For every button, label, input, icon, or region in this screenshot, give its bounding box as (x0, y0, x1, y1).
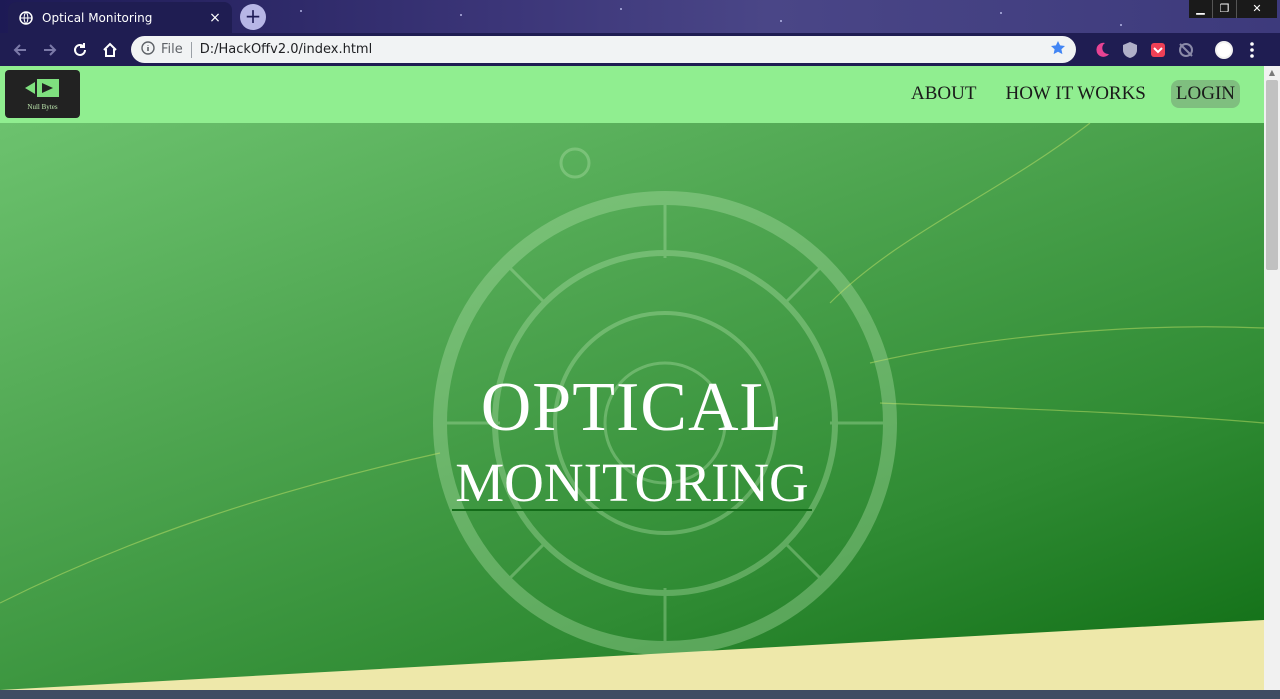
logo-mark-icon (24, 79, 59, 97)
bookmark-star-icon[interactable] (1050, 40, 1066, 60)
profile-avatar-icon[interactable] (1214, 40, 1234, 60)
decor-star (780, 20, 782, 22)
browser-tab[interactable]: Optical Monitoring × (8, 2, 232, 33)
forward-arrow-icon[interactable] (35, 35, 65, 65)
web-page: OPTICAL MONITORING Null Bytes ABOUT HOW … (0, 66, 1264, 699)
login-button[interactable]: LOGIN (1170, 80, 1240, 108)
url-text[interactable]: D:/HackOffv2.0/index.html (200, 42, 1050, 57)
reload-icon[interactable] (65, 35, 95, 65)
back-arrow-icon[interactable] (5, 35, 35, 65)
nav-about-link[interactable]: ABOUT (907, 80, 980, 108)
tab-title: Optical Monitoring (42, 10, 153, 25)
menu-dots-icon[interactable] (1242, 40, 1262, 60)
logo-text: Null Bytes (27, 103, 58, 111)
hero-title-line2: MONITORING (455, 452, 809, 513)
browser-tabstrip: Optical Monitoring × + ▁ ❐ ✕ (0, 0, 1280, 33)
nav-how-it-works-link[interactable]: HOW IT WORKS (1001, 80, 1149, 108)
home-icon[interactable] (95, 35, 125, 65)
globe-icon (18, 10, 34, 26)
scheme-label: File (161, 42, 183, 57)
new-tab-button[interactable]: + (240, 4, 266, 30)
scroll-up-arrow-icon[interactable]: ▲ (1264, 66, 1280, 80)
maximize-button[interactable]: ❐ (1213, 0, 1237, 18)
null-bytes-logo[interactable]: Null Bytes (5, 70, 80, 118)
os-taskbar (0, 690, 1280, 699)
decor-star (1000, 12, 1002, 14)
address-bar[interactable]: File D:/HackOffv2.0/index.html (131, 36, 1076, 63)
decor-star (1120, 24, 1122, 26)
scrollbar-thumb[interactable] (1266, 80, 1278, 270)
browser-toolbar: File D:/HackOffv2.0/index.html (0, 33, 1280, 66)
decor-star (300, 10, 302, 12)
nav-links: ABOUT HOW IT WORKS LOGIN (886, 80, 1240, 108)
close-tab-icon[interactable]: × (208, 10, 222, 26)
decor-star (460, 14, 462, 16)
info-icon[interactable] (141, 40, 155, 59)
omnibox-separator (190, 41, 192, 58)
minimize-button[interactable]: ▁ (1189, 0, 1213, 18)
decor-star (620, 8, 622, 10)
close-window-button[interactable]: ✕ (1237, 0, 1277, 18)
hero-section: OPTICAL MONITORING (0, 123, 1264, 699)
dark-mode-extension-icon[interactable] (1092, 40, 1112, 60)
page-scrollbar[interactable]: ▲ (1264, 66, 1280, 699)
extension-tray (1088, 33, 1266, 66)
extension-icon[interactable] (1120, 40, 1140, 60)
hero-title-underline (452, 509, 812, 511)
sync-icon[interactable] (1176, 40, 1196, 60)
pocket-extension-icon[interactable] (1148, 40, 1168, 60)
hero-title-line1: OPTICAL (480, 369, 784, 446)
top-navbar: Null Bytes ABOUT HOW IT WORKS LOGIN (0, 66, 1264, 123)
